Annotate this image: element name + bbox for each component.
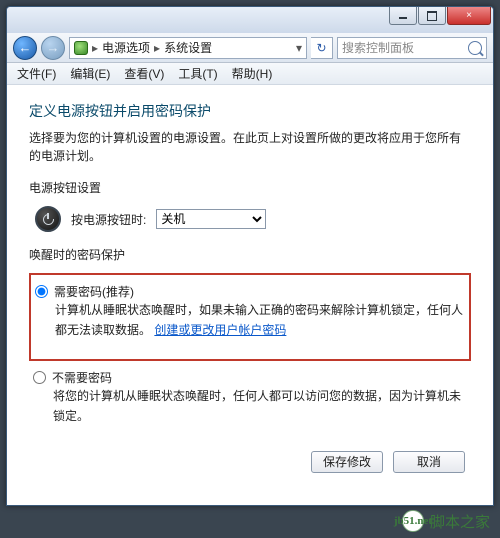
power-button-label: 按电源按钮时:	[71, 211, 146, 228]
search-placeholder: 搜索控制面板	[342, 39, 414, 56]
wake-password-section-label: 唤醒时的密码保护	[29, 246, 471, 263]
save-button[interactable]: 保存修改	[311, 451, 383, 473]
radio-require-password[interactable]	[35, 285, 48, 298]
no-password-description: 将您的计算机从睡眠状态唤醒时，任何人都可以访问您的数据，因为计算机未锁定。	[53, 386, 471, 427]
breadcrumb-sep: ▸	[92, 41, 98, 55]
titlebar: ×	[7, 7, 493, 33]
breadcrumb-sep: ▸	[154, 41, 160, 55]
cancel-button[interactable]: 取消	[393, 451, 465, 473]
close-button[interactable]: ×	[447, 7, 491, 25]
minimize-button[interactable]	[389, 7, 417, 25]
power-button-select[interactable]: 关机	[156, 209, 266, 229]
watermark-logo: jb51.net	[402, 510, 424, 532]
maximize-button[interactable]	[418, 7, 446, 25]
page-description: 选择要为您的计算机设置的电源设置。在此页上对设置所做的更改将应用于您所有的电源计…	[29, 129, 471, 165]
breadcrumb-item[interactable]: 系统设置	[164, 39, 212, 56]
menu-file[interactable]: 文件(F)	[11, 63, 62, 84]
power-button-section-label: 电源按钮设置	[29, 179, 471, 196]
power-button-row: 按电源按钮时: 关机	[35, 206, 471, 232]
option-require-password: 需要密码(推荐) 计算机从睡眠状态唤醒时，如果未输入正确的密码来解除计算机锁定，…	[35, 283, 469, 341]
watermark-text: 脚本之家	[430, 511, 490, 532]
page-title: 定义电源按钮并启用密码保护	[29, 101, 471, 121]
breadcrumb[interactable]: ▸ 电源选项 ▸ 系统设置 ▾	[69, 37, 307, 59]
control-panel-window: × ← → ▸ 电源选项 ▸ 系统设置 ▾ ↻ 搜索控制面板 文件(F) 编辑(…	[6, 6, 494, 506]
menu-tools[interactable]: 工具(T)	[172, 63, 223, 84]
menu-bar: 文件(F) 编辑(E) 查看(V) 工具(T) 帮助(H)	[7, 63, 493, 85]
menu-edit[interactable]: 编辑(E)	[64, 63, 116, 84]
forward-button[interactable]: →	[41, 36, 65, 60]
search-input[interactable]: 搜索控制面板	[337, 37, 487, 59]
refresh-button[interactable]: ↻	[311, 37, 333, 59]
menu-view[interactable]: 查看(V)	[118, 63, 170, 84]
option-no-password: 不需要密码 将您的计算机从睡眠状态唤醒时，任何人都可以访问您的数据，因为计算机未…	[33, 369, 471, 427]
content-area: 定义电源按钮并启用密码保护 选择要为您的计算机设置的电源设置。在此页上对设置所做…	[7, 85, 493, 505]
power-icon	[35, 206, 61, 232]
search-icon	[468, 41, 482, 55]
require-password-highlight: 需要密码(推荐) 计算机从睡眠状态唤醒时，如果未输入正确的密码来解除计算机锁定，…	[29, 273, 471, 361]
radio-require-password-label[interactable]: 需要密码(推荐)	[54, 283, 134, 300]
watermark: jb51.net 脚本之家	[402, 510, 490, 532]
location-icon	[74, 41, 88, 55]
menu-help[interactable]: 帮助(H)	[226, 63, 279, 84]
require-password-description: 计算机从睡眠状态唤醒时，如果未输入正确的密码来解除计算机锁定，任何人都无法读取数…	[55, 300, 469, 341]
radio-no-password-label[interactable]: 不需要密码	[52, 369, 112, 386]
button-row: 保存修改 取消	[29, 451, 471, 473]
breadcrumb-item[interactable]: 电源选项	[102, 39, 150, 56]
nav-toolbar: ← → ▸ 电源选项 ▸ 系统设置 ▾ ↻ 搜索控制面板	[7, 33, 493, 63]
back-button[interactable]: ←	[13, 36, 37, 60]
breadcrumb-dropdown[interactable]: ▾	[296, 41, 302, 55]
radio-no-password[interactable]	[33, 371, 46, 384]
create-change-password-link[interactable]: 创建或更改用户帐户密码	[154, 323, 286, 337]
